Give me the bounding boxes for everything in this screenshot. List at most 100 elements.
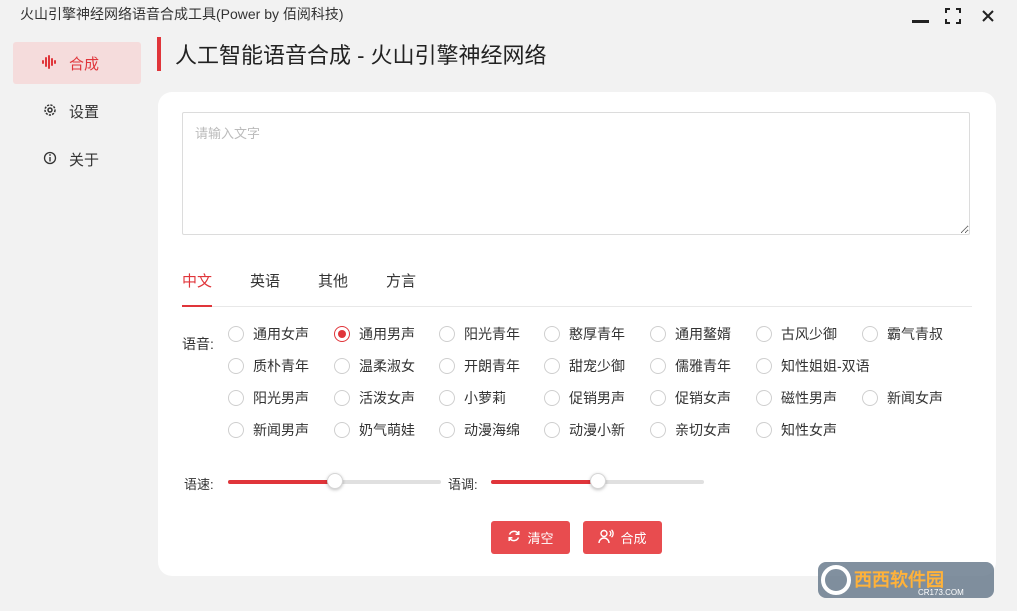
- voice-option[interactable]: 温柔淑女: [334, 356, 415, 376]
- voice-option-label: 温柔淑女: [359, 358, 415, 374]
- voice-option-label: 通用鳌婿: [675, 326, 731, 342]
- voice-option[interactable]: 磁性男声: [756, 388, 837, 408]
- pitch-slider[interactable]: [491, 473, 704, 489]
- voice-option[interactable]: 甜宠少御: [544, 356, 625, 376]
- speaker-person-icon: [598, 528, 615, 547]
- voice-option[interactable]: 奶气萌娃: [334, 420, 415, 440]
- radio-button[interactable]: [862, 326, 878, 342]
- radio-button[interactable]: [334, 358, 350, 374]
- voice-option[interactable]: 新闻女声: [862, 388, 943, 408]
- title-bar: 火山引擎神经网络语音合成工具(Power by 佰阅科技): [0, 0, 1017, 30]
- sidebar-item-about[interactable]: 关于: [13, 138, 141, 180]
- radio-button[interactable]: [439, 326, 455, 342]
- speed-slider[interactable]: [228, 473, 441, 489]
- radio-button[interactable]: [650, 358, 666, 374]
- sidebar-item-synthesize[interactable]: 合成: [13, 42, 141, 84]
- maximize-icon[interactable]: [942, 6, 964, 26]
- gear-icon: [40, 103, 60, 120]
- language-tabs: 中文 英语 其他 方言: [182, 262, 972, 307]
- voice-option[interactable]: 知性女声: [756, 420, 837, 440]
- tab-other[interactable]: 其他: [318, 270, 348, 305]
- voice-option-label: 知性女声: [781, 422, 837, 438]
- radio-button[interactable]: [862, 390, 878, 406]
- radio-button[interactable]: [439, 358, 455, 374]
- pitch-slider-thumb[interactable]: [589, 473, 606, 489]
- radio-button[interactable]: [650, 326, 666, 342]
- voice-option-label: 动漫小新: [569, 422, 625, 438]
- voice-option-label: 通用男声: [359, 326, 415, 342]
- tab-dialect[interactable]: 方言: [386, 270, 416, 305]
- voice-option[interactable]: 通用男声: [334, 324, 415, 344]
- pitch-label: 语调:: [448, 477, 478, 492]
- sidebar-item-settings[interactable]: 设置: [13, 90, 141, 132]
- voice-option-label: 开朗青年: [464, 358, 520, 374]
- radio-button[interactable]: [756, 326, 772, 342]
- radio-button[interactable]: [756, 390, 772, 406]
- voice-option-label: 阳光青年: [464, 326, 520, 342]
- radio-button[interactable]: [544, 358, 560, 374]
- radio-button[interactable]: [334, 422, 350, 438]
- radio-button[interactable]: [756, 358, 772, 374]
- close-icon[interactable]: [977, 6, 999, 26]
- voice-option[interactable]: 通用鳌婿: [650, 324, 731, 344]
- info-icon: [40, 151, 60, 168]
- minimize-icon[interactable]: [909, 6, 931, 26]
- radio-button[interactable]: [544, 422, 560, 438]
- page-title: 人工智能语音合成 - 火山引擎神经网络: [175, 43, 547, 68]
- radio-button[interactable]: [228, 390, 244, 406]
- pitch-slider-fill: [491, 480, 598, 484]
- voice-option-label: 动漫海绵: [464, 422, 520, 438]
- voice-option[interactable]: 憨厚青年: [544, 324, 625, 344]
- speed-slider-fill: [228, 480, 335, 484]
- voice-option[interactable]: 知性姐姐-双语: [756, 356, 870, 376]
- voice-option[interactable]: 促销女声: [650, 388, 731, 408]
- voice-option[interactable]: 亲切女声: [650, 420, 731, 440]
- voice-option[interactable]: 儒雅青年: [650, 356, 731, 376]
- clear-button[interactable]: 清空: [491, 521, 570, 554]
- svg-text:CR173.COM: CR173.COM: [918, 588, 964, 597]
- radio-button[interactable]: [228, 326, 244, 342]
- main-card: 中文 英语 其他 方言 语音: 通用女声 通用男声 阳光青年 憨厚青年 通用鳌婿 古风少御…: [158, 92, 996, 576]
- voice-option[interactable]: 阳光男声: [228, 388, 309, 408]
- page-header: 人工智能语音合成 - 火山引擎神经网络: [157, 37, 547, 71]
- voice-option[interactable]: 促销男声: [544, 388, 625, 408]
- radio-button[interactable]: [756, 422, 772, 438]
- radio-button[interactable]: [228, 422, 244, 438]
- voice-option[interactable]: 新闻男声: [228, 420, 309, 440]
- synthesize-button-label: 合成: [620, 531, 647, 546]
- app-title: 火山引擎神经网络语音合成工具(Power by 佰阅科技): [20, 6, 344, 22]
- voice-option[interactable]: 通用女声: [228, 324, 309, 344]
- radio-button[interactable]: [334, 326, 350, 342]
- tab-chinese[interactable]: 中文: [182, 270, 213, 307]
- voice-option[interactable]: 阳光青年: [439, 324, 520, 344]
- voice-option[interactable]: 活泼女声: [334, 388, 415, 408]
- voice-option-label: 儒雅青年: [675, 358, 731, 374]
- radio-button[interactable]: [334, 390, 350, 406]
- tab-english[interactable]: 英语: [250, 270, 280, 305]
- voice-option[interactable]: 霸气青叔: [862, 324, 943, 344]
- voice-option[interactable]: 古风少御: [756, 324, 837, 344]
- voice-option[interactable]: 小萝莉: [439, 388, 506, 408]
- radio-button[interactable]: [544, 390, 560, 406]
- radio-button[interactable]: [544, 326, 560, 342]
- voice-option[interactable]: 开朗青年: [439, 356, 520, 376]
- voice-option[interactable]: 动漫小新: [544, 420, 625, 440]
- radio-button[interactable]: [439, 390, 455, 406]
- voice-option-label: 霸气青叔: [887, 326, 943, 342]
- voice-option-label: 新闻男声: [253, 422, 309, 438]
- sidebar-item-label: 设置: [69, 103, 100, 121]
- voice-option[interactable]: 质朴青年: [228, 356, 309, 376]
- radio-button[interactable]: [439, 422, 455, 438]
- speed-slider-thumb[interactable]: [326, 473, 343, 489]
- radio-button[interactable]: [650, 390, 666, 406]
- radio-button[interactable]: [650, 422, 666, 438]
- synthesize-button[interactable]: 合成: [583, 521, 662, 554]
- voice-option-label: 憨厚青年: [569, 326, 625, 342]
- voice-option-label: 新闻女声: [887, 390, 943, 406]
- voice-option-label: 奶气萌娃: [359, 422, 415, 438]
- voice-option[interactable]: 动漫海绵: [439, 420, 520, 440]
- sidebar-item-label: 关于: [69, 151, 100, 169]
- text-input[interactable]: [182, 112, 970, 235]
- radio-button[interactable]: [228, 358, 244, 374]
- voice-option-label: 通用女声: [253, 326, 309, 342]
